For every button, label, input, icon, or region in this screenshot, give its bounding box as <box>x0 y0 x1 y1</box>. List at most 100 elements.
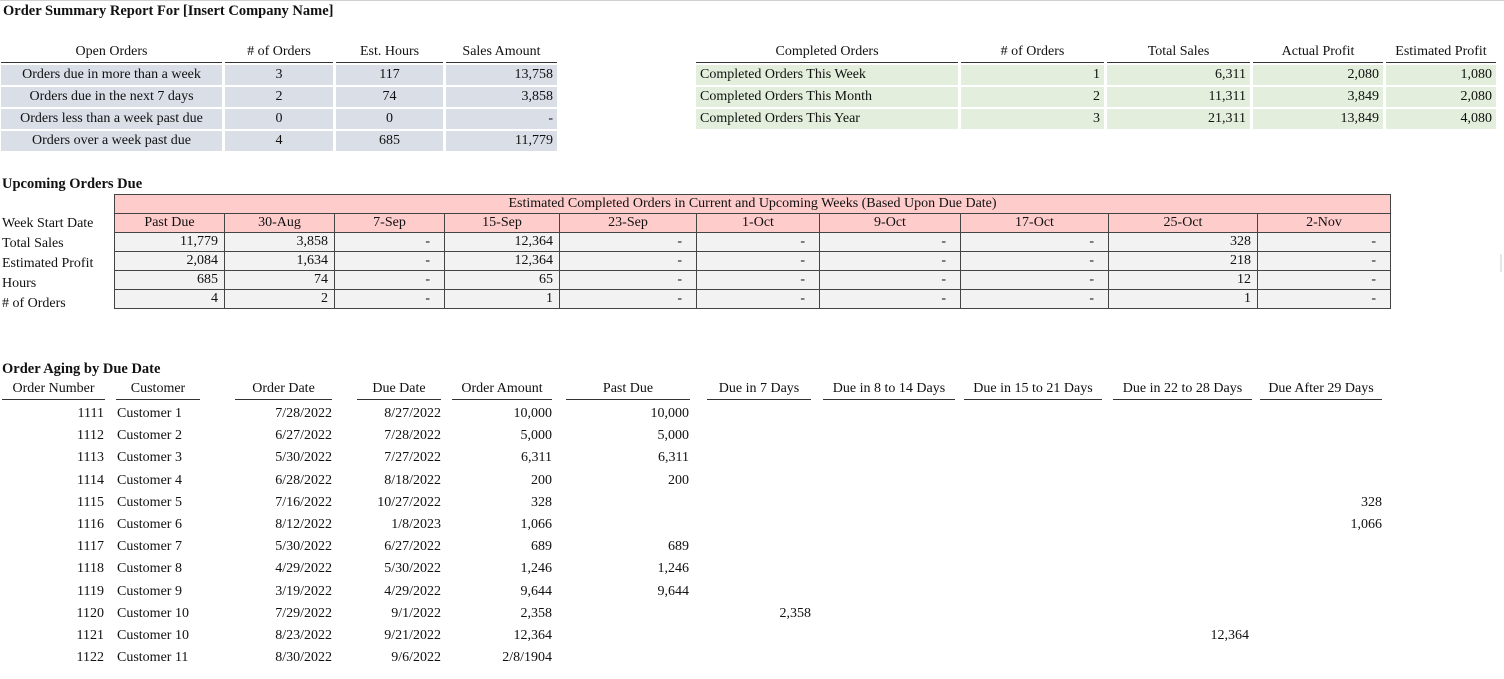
due-date: 9/1/2022 <box>391 605 441 621</box>
completed-orders-sales-header: Total Sales <box>1107 41 1250 63</box>
completed-orders-estimated: 4,080 <box>1386 109 1496 129</box>
order-amount: 10,000 <box>513 406 553 421</box>
due-date: 9/21/2022 <box>384 628 441 643</box>
open-orders-count-header: # of Orders <box>225 41 333 63</box>
aging-column-header: Due in 8 to 14 Days <box>823 381 955 400</box>
order-amount: 200 <box>531 472 552 488</box>
week-header: 25-Oct <box>1108 213 1258 233</box>
num-orders-cell: 1 <box>1108 289 1258 309</box>
num-orders-cell: 4 <box>114 289 225 309</box>
total-sales-cell: - <box>696 232 820 252</box>
customer-name: Customer 6 <box>117 517 182 532</box>
num-orders-cell: 2 <box>224 289 335 309</box>
order-date: 4/29/2022 <box>275 561 332 577</box>
open-orders-count: 4 <box>225 131 333 151</box>
estimated-profit-cell: - <box>334 251 445 271</box>
aging-row: 1119 Customer 9 3/19/2022 4/29/2022 9,644 9,6… <box>0 581 1504 603</box>
order-number: 1116 <box>77 517 104 532</box>
hours-cell: - <box>559 270 697 290</box>
total-sales-cell: 11,779 <box>114 232 225 252</box>
aging-row: 1117 Customer 7 5/30/2022 6/27/2022 689 689 <box>0 536 1504 558</box>
completed-orders-count: 3 <box>961 109 1104 129</box>
hours-cell: 12 <box>1108 270 1258 290</box>
hours-cell: 65 <box>444 270 560 290</box>
estimated-profit-cell: - <box>819 251 961 271</box>
aging-column-header: Order Amount <box>452 381 552 400</box>
due-after-29-days: 328 <box>1361 494 1382 510</box>
customer-name: Customer 11 <box>117 650 189 666</box>
completed-orders-sales: 11,311 <box>1107 87 1250 107</box>
due-in-22-28-days: 12,364 <box>1210 628 1250 643</box>
week-header: 1-Oct <box>696 213 820 233</box>
order-date: 8/30/2022 <box>275 650 332 666</box>
hours-cell: - <box>696 270 820 290</box>
aging-column-header: Due in 22 to 28 Days <box>1113 381 1252 400</box>
aging-column-header: Due in 7 Days <box>707 381 811 400</box>
hours-label: Hours <box>2 276 37 291</box>
upcoming-week-header-row: Past Due 30-Aug 7-Sep 15-Sep 23-Sep 1-Oct 9-Oc… <box>114 213 1391 233</box>
completed-orders-count-header: # of Orders <box>961 41 1104 63</box>
past-due: 1,246 <box>657 561 690 577</box>
upcoming-total-sales-row: 11,779 3,858-12,364- - - -328- <box>114 232 1391 252</box>
order-number: 1119 <box>77 583 104 599</box>
hours-cell: - <box>819 270 961 290</box>
hours-cell: 74 <box>224 270 335 290</box>
week-header: 30-Aug <box>224 213 335 233</box>
order-amount: 2,358 <box>520 605 553 621</box>
aging-row: 1111 Customer 1 7/28/2022 8/27/2022 10,000 10… <box>0 403 1504 425</box>
upcoming-num-orders-row: 42-1----1- <box>114 289 1391 309</box>
customer-name: Customer 9 <box>117 583 182 599</box>
week-header: 7-Sep <box>334 213 445 233</box>
total-sales-cell: - <box>334 232 445 252</box>
order-number: 1118 <box>77 561 104 577</box>
aging-column-header: Customer <box>116 381 200 400</box>
past-due: 5,000 <box>657 428 690 444</box>
completed-orders-estimated: 1,080 <box>1386 65 1496 85</box>
order-number: 1112 <box>77 428 104 444</box>
hours-cell: - <box>960 270 1109 290</box>
order-amount: 9,644 <box>520 583 553 599</box>
completed-orders-row: Completed Orders This Year 3 21,311 13,849 4… <box>696 107 1499 129</box>
order-amount: 1,246 <box>520 561 553 577</box>
customer-name: Customer 2 <box>117 428 182 444</box>
past-due: 689 <box>668 539 689 555</box>
completed-orders-header-row: Completed Orders # of Orders Total Sales… <box>696 41 1499 63</box>
order-number: 1111 <box>77 406 104 421</box>
order-amount: 328 <box>531 494 552 510</box>
total-sales-cell: 328 <box>1108 232 1258 252</box>
upcoming-row-labels: Week Start Date Total Sales Estimated Pr… <box>2 214 93 314</box>
num-orders-cell: 1 <box>444 289 560 309</box>
past-due: 200 <box>668 472 689 488</box>
completed-orders-actual: 3,849 <box>1253 87 1383 107</box>
order-date: 3/19/2022 <box>275 583 332 599</box>
due-date: 7/28/2022 <box>384 428 441 444</box>
open-orders-sales: 3,858 <box>446 87 557 107</box>
estimated-profit-cell: 12,364 <box>444 251 560 271</box>
week-header: 9-Oct <box>819 213 961 233</box>
week-header: 23-Sep <box>559 213 697 233</box>
open-orders-row: Orders due in the next 7 days 2 74 3,858 <box>1 85 560 107</box>
estimated-profit-cell: - <box>960 251 1109 271</box>
week-start-label: Week Start Date <box>2 216 94 231</box>
completed-orders-estimated-header: Estimated Profit <box>1386 41 1496 63</box>
estimated-profit-cell: 1,634 <box>224 251 335 271</box>
order-date: 7/29/2022 <box>275 605 332 621</box>
order-date: 8/12/2022 <box>275 517 332 532</box>
customer-name: Customer 8 <box>117 561 182 577</box>
open-orders-sales: 11,779 <box>446 131 557 151</box>
aging-column-header: Due in 15 to 21 Days <box>964 381 1102 400</box>
week-header: 17-Oct <box>960 213 1109 233</box>
past-due: 6,311 <box>658 450 689 466</box>
aging-column-header: Past Due <box>566 381 690 400</box>
completed-orders-count: 2 <box>961 87 1104 107</box>
aging-row: 1112 Customer 2 6/27/2022 7/28/2022 5,000 5,0… <box>0 425 1504 447</box>
aging-row: 1122 Customer 11 8/30/2022 9/6/2022 2/8/1904 <box>0 647 1504 669</box>
estimated-profit-cell: - <box>696 251 820 271</box>
customer-name: Customer 1 <box>117 406 182 421</box>
aging-row: 1115 Customer 5 7/16/2022 10/27/2022 328 328 <box>0 492 1504 514</box>
customer-name: Customer 7 <box>117 539 182 555</box>
order-number: 1115 <box>77 494 104 510</box>
completed-orders-table: Completed Orders # of Orders Total Sales… <box>696 41 1499 129</box>
order-number: 1120 <box>76 605 104 621</box>
aging-row: 1113 Customer 3 5/30/2022 7/27/2022 6,311 6,3… <box>0 447 1504 469</box>
